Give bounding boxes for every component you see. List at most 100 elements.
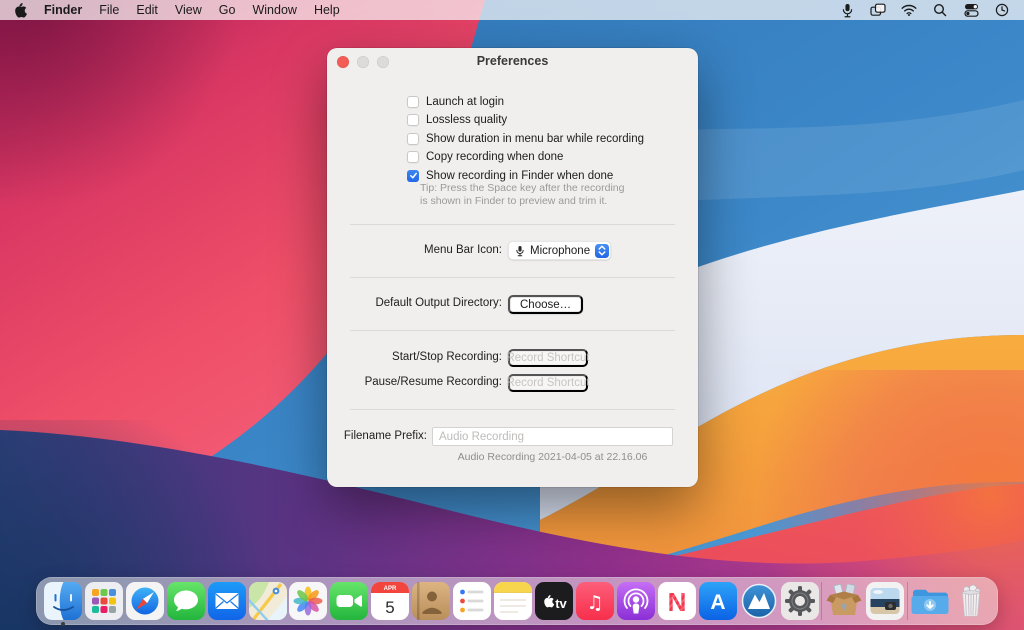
dock-icon-mountain-app[interactable]	[740, 582, 778, 620]
menu-item-help[interactable]: Help	[314, 3, 340, 17]
dock-icon-podcasts[interactable]	[616, 582, 655, 620]
menu-item-view[interactable]: View	[175, 3, 202, 17]
contacts-book-icon	[412, 582, 451, 620]
dock-icon-reminders[interactable]	[453, 582, 492, 620]
menu-bar-icon-popup[interactable]: Microphone	[508, 241, 612, 260]
tip-text: Tip: Press the Space key after the recor…	[420, 182, 624, 207]
safari-compass-icon	[125, 582, 164, 620]
output-directory-label: Default Output Directory:	[375, 297, 502, 309]
checkbox-lossless-quality[interactable]: Lossless quality	[407, 114, 644, 127]
menu-bar-menus: Finder File Edit View Go Window Help	[0, 2, 340, 18]
checkbox-box[interactable]	[407, 114, 419, 126]
preferences-window: Preferences Launch at login Lossless qua…	[327, 48, 698, 487]
popup-chevrons-icon	[595, 243, 610, 258]
menu-item-window[interactable]: Window	[252, 3, 296, 17]
dock-icon-maps[interactable]	[248, 582, 287, 620]
record-shortcut-button-pause-resume[interactable]: Record Shortcut	[506, 374, 590, 392]
section-divider	[350, 330, 675, 331]
svg-text:tv: tv	[555, 596, 567, 611]
choose-button[interactable]: Choose…	[508, 295, 584, 314]
screen-mirroring-icon[interactable]	[870, 2, 886, 18]
dock-icon-unarchiver[interactable]	[825, 582, 863, 620]
svg-text:♫: ♫	[586, 592, 603, 614]
dock-icon-launchpad[interactable]	[84, 582, 123, 620]
menu-item-finder[interactable]: Finder	[44, 3, 82, 17]
checkbox-box[interactable]	[407, 151, 419, 163]
downloads-folder-icon	[911, 589, 949, 614]
maps-icon	[248, 582, 287, 620]
dock-icon-notes[interactable]	[494, 582, 533, 620]
dock-icon-contacts[interactable]	[412, 582, 451, 620]
news-icon: N	[657, 582, 696, 620]
control-center-icon[interactable]	[963, 2, 979, 18]
mountain-app-icon	[741, 583, 776, 619]
dock-icon-finder[interactable]	[43, 582, 82, 626]
checkbox-label: Lossless quality	[426, 114, 508, 126]
dock-icon-news[interactable]: N	[657, 582, 696, 620]
window-titlebar[interactable]: Preferences	[327, 48, 698, 75]
dock-icon-messages[interactable]	[166, 582, 205, 620]
checkbox-label: Show recording in Finder when done	[426, 169, 614, 182]
dock-icon-mail[interactable]	[207, 582, 246, 620]
checkbox-box[interactable]	[407, 132, 419, 145]
dock-icon-calendar[interactable]: APR 5	[371, 582, 410, 620]
dock-divider	[907, 582, 909, 620]
window-title: Preferences	[476, 54, 549, 68]
dock-icon-safari[interactable]	[125, 582, 164, 620]
apple-logo-icon[interactable]	[14, 2, 27, 18]
section-divider	[350, 409, 675, 410]
pause-resume-label: Pause/Resume Recording:	[364, 376, 502, 388]
checkbox-label: Show duration in menu bar while recordin…	[426, 132, 644, 145]
finder-face-icon	[43, 582, 82, 620]
dock-icon-music[interactable]: ♫	[575, 582, 614, 620]
checkbox-label: Copy recording when done	[426, 151, 564, 163]
tip-line-2: is shown in Finder to preview and trim i…	[420, 194, 608, 207]
dock-icon-downloads-folder[interactable]	[911, 582, 949, 620]
apple-tv-icon: tv	[534, 582, 573, 620]
dock-icon-trash[interactable]	[952, 582, 990, 620]
spotlight-search-icon[interactable]	[932, 2, 948, 18]
section-divider	[350, 277, 675, 278]
running-indicator-dot	[60, 622, 65, 626]
dock-icon-facetime[interactable]	[330, 582, 369, 620]
microphone-icon[interactable]	[839, 2, 855, 18]
menu-item-file[interactable]: File	[99, 3, 119, 17]
menu-item-edit[interactable]: Edit	[136, 3, 158, 17]
checkbox-box[interactable]	[407, 95, 419, 108]
facetime-camera-icon	[330, 582, 369, 620]
checkbox-show-in-finder[interactable]: Show recording in Finder when done	[407, 169, 644, 182]
dock-icon-app-store[interactable]: A	[698, 582, 737, 620]
popup-value: Microphone	[530, 244, 591, 257]
filename-prefix-label: Filename Prefix:	[343, 430, 427, 442]
record-shortcut-button-start-stop[interactable]: Record Shortcut	[506, 349, 590, 367]
checkbox-box[interactable]	[407, 169, 419, 182]
svg-text:APR: APR	[384, 586, 397, 592]
unarchiver-box-icon	[826, 583, 862, 615]
filename-prefix-input[interactable]	[432, 427, 673, 446]
svg-text:A: A	[710, 591, 725, 614]
messages-bubble-icon	[166, 582, 205, 620]
reminders-list-icon	[453, 582, 492, 620]
menu-bar-icon-label: Menu Bar Icon:	[424, 244, 502, 256]
menu-item-go[interactable]: Go	[219, 3, 236, 17]
checkbox-launch-at-login[interactable]: Launch at login	[407, 95, 644, 108]
photos-pinwheel-icon	[289, 582, 328, 620]
checkbox-copy-recording[interactable]: Copy recording when done	[407, 151, 644, 164]
image-viewer-icon	[866, 582, 905, 620]
mail-envelope-icon	[207, 582, 246, 620]
dock-icon-system-preferences[interactable]	[780, 582, 819, 620]
podcasts-icon	[616, 582, 655, 620]
music-note-icon: ♫	[575, 582, 614, 620]
dock-icon-tv[interactable]: tv	[534, 582, 573, 620]
menu-bar-status-icons	[839, 2, 1024, 18]
section-divider	[350, 224, 675, 225]
launchpad-grid-icon	[84, 582, 123, 620]
wifi-icon[interactable]	[901, 2, 917, 18]
trash-basket-icon	[962, 584, 981, 617]
checkmark-icon	[409, 172, 417, 179]
clock-icon[interactable]	[994, 2, 1010, 18]
dock-icon-photos[interactable]	[289, 582, 328, 620]
app-store-icon: A	[698, 582, 737, 620]
dock-icon-image-viewer[interactable]	[866, 582, 905, 620]
checkbox-show-duration[interactable]: Show duration in menu bar while recordin…	[407, 132, 644, 145]
